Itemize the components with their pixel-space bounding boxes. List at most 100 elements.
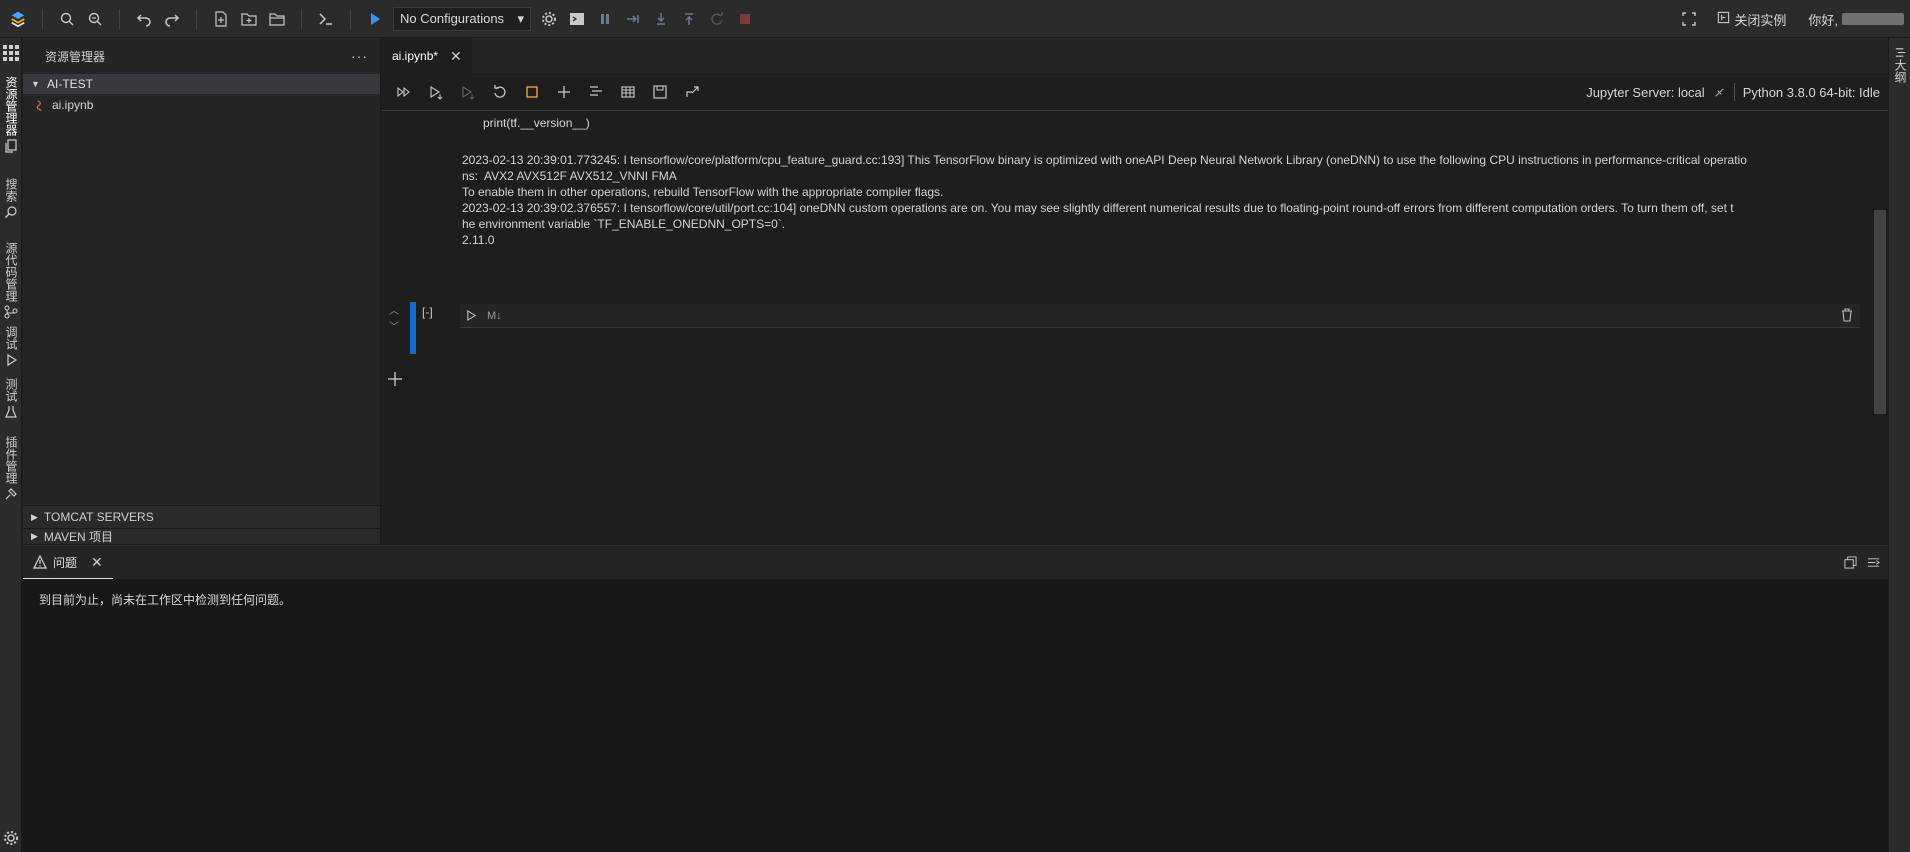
interrupt-kernel-icon[interactable] (516, 78, 548, 106)
output-line: he environment variable `TF_ENABLE_ONEDN… (462, 217, 786, 231)
search-icon[interactable] (53, 5, 81, 33)
tab-ai-ipynb[interactable]: ai.ipynb* ✕ (382, 38, 472, 73)
notebook-content: print(tf.__version__) 2023-02-13 20:39:0… (382, 112, 1872, 544)
activity-test[interactable]: 测试 (0, 378, 22, 419)
jupyter-server-label[interactable]: Jupyter Server: local (1586, 85, 1705, 100)
debug-console-icon[interactable] (563, 5, 591, 33)
step-out-icon[interactable] (675, 5, 703, 33)
activity-search-label: 搜索 (4, 178, 18, 202)
step-over-icon[interactable] (619, 5, 647, 33)
cell-output: 2023-02-13 20:39:01.773245: I tensorflow… (462, 152, 1860, 248)
activity-extensions-label: 插件管理 (4, 436, 18, 484)
move-up-icon[interactable]: ︿ (386, 304, 402, 320)
run-configuration-select[interactable]: No Configurations ▾ (393, 6, 531, 31)
delete-cell-icon[interactable] (1840, 308, 1854, 322)
cell-language-badge[interactable]: M↓ (487, 310, 502, 322)
toolbar-divider (119, 8, 120, 29)
restart-kernel-icon[interactable] (484, 78, 516, 106)
more-actions-icon[interactable]: ··· (351, 48, 368, 64)
step-into-icon[interactable] (647, 5, 675, 33)
maven-section[interactable]: ▶ MAVEN 项目 (23, 528, 380, 544)
activity-source-control-label: 源代码管理 (4, 242, 18, 302)
activity-debug[interactable]: 调试 (0, 326, 22, 367)
variables-icon[interactable] (612, 78, 644, 106)
tomcat-servers-label: TOMCAT SERVERS (43, 510, 154, 524)
add-cell-icon[interactable] (548, 78, 580, 106)
toolbar-divider (196, 8, 197, 29)
close-instance-label: 关闭实例 (1734, 12, 1787, 28)
toolbar-right: 关闭实例 你好, (1675, 0, 1910, 38)
user-greeting[interactable]: 你好, (1808, 10, 1838, 29)
warning-icon (33, 555, 47, 569)
chevron-down-icon: ▾ (517, 10, 524, 26)
close-icon[interactable]: ✕ (450, 48, 462, 65)
toolbar-divider (42, 8, 43, 29)
fullscreen-icon[interactable] (1675, 5, 1703, 33)
tab-problems[interactable]: 问题 ✕ (23, 546, 113, 579)
run-cell-icon[interactable] (466, 310, 477, 321)
file-item-ai-ipynb[interactable]: ai.ipynb (23, 94, 380, 116)
output-line: ns: AVX2 AVX512F AVX512_VNNI FMA (462, 169, 677, 183)
gear-icon[interactable] (535, 5, 563, 33)
open-folder-icon[interactable] (263, 5, 291, 33)
cell-input[interactable]: M↓ (460, 304, 1860, 328)
terminal-icon[interactable] (312, 5, 340, 33)
search-in-files-icon[interactable] (81, 5, 109, 33)
restore-panel-icon[interactable] (1844, 556, 1857, 569)
run-configuration-value: No Configurations (400, 11, 505, 26)
run-below-icon[interactable] (452, 78, 484, 106)
move-down-icon[interactable]: ﹀ (386, 320, 402, 336)
collapse-panel-icon[interactable] (1867, 556, 1880, 569)
problems-panel: 问题 ✕ 到目前为止，尚未在工作区中检测到任何问题。 (23, 545, 1888, 852)
close-icon[interactable]: ✕ (91, 554, 103, 571)
stop-icon[interactable] (731, 5, 759, 33)
toolbar-divider (301, 8, 302, 29)
run-icon[interactable] (361, 5, 389, 33)
chevron-down-icon: ▼ (31, 79, 40, 89)
activity-extensions[interactable]: 插件管理 (0, 436, 22, 501)
chevron-right-icon: ▶ (31, 511, 38, 522)
toolbar-divider (350, 8, 351, 29)
search-icon (5, 206, 17, 218)
source-control-icon (4, 305, 18, 319)
settings-gear-icon[interactable] (3, 830, 19, 846)
run-all-icon[interactable] (388, 78, 420, 106)
connection-icon (1715, 87, 1724, 97)
pause-icon[interactable] (591, 5, 619, 33)
activity-debug-label: 调试 (4, 326, 18, 350)
activity-test-label: 测试 (4, 378, 18, 402)
kernel-label[interactable]: Python 3.8.0 64-bit: Idle (1743, 85, 1880, 100)
outline-toggle[interactable]: 大纲 (1892, 46, 1909, 83)
close-instance-button[interactable]: 关闭实例 (1717, 10, 1786, 29)
activity-source-control[interactable]: 源代码管理 (0, 242, 22, 319)
app-logo-icon (4, 5, 32, 33)
user-name-redacted (1842, 13, 1904, 25)
output-line: 2.11.0 (462, 233, 495, 247)
activity-explorer[interactable]: 资源管理器 (0, 76, 22, 153)
panel-tabs: 问题 ✕ (23, 546, 1888, 579)
flask-icon (5, 406, 17, 418)
maven-label: MAVEN 项目 (43, 530, 114, 544)
code-line[interactable]: print(tf.__version__) (483, 116, 590, 130)
markdown-cell[interactable]: ︿ ﹀ [-] M↓ (382, 302, 1872, 356)
workspace-root[interactable]: ▼ AI-TEST (23, 74, 380, 94)
export-icon[interactable] (676, 78, 708, 106)
activity-search[interactable]: 搜索 (0, 178, 22, 219)
new-folder-icon[interactable] (235, 5, 263, 33)
tomcat-servers-section[interactable]: ▶ TOMCAT SERVERS (23, 505, 380, 528)
undo-icon[interactable] (130, 5, 158, 33)
scrollbar-thumb[interactable] (1874, 210, 1886, 414)
new-file-icon[interactable] (207, 5, 235, 33)
file-item-label: ai.ipynb (52, 98, 94, 112)
restart-icon[interactable] (703, 5, 731, 33)
redo-icon[interactable] (158, 5, 186, 33)
run-above-icon[interactable] (420, 78, 452, 106)
editor-area: ai.ipynb* ✕ Jupyter Server: local Python… (382, 38, 1888, 544)
save-icon[interactable] (644, 78, 676, 106)
editor-tabs: ai.ipynb* ✕ (382, 38, 1888, 73)
explorer-header: 资源管理器 ··· (23, 38, 380, 74)
add-cell-icon[interactable] (386, 370, 404, 388)
clear-outputs-icon[interactable] (580, 78, 612, 106)
chevron-right-icon: ▶ (31, 531, 38, 541)
apps-grid-icon[interactable] (2, 44, 20, 62)
